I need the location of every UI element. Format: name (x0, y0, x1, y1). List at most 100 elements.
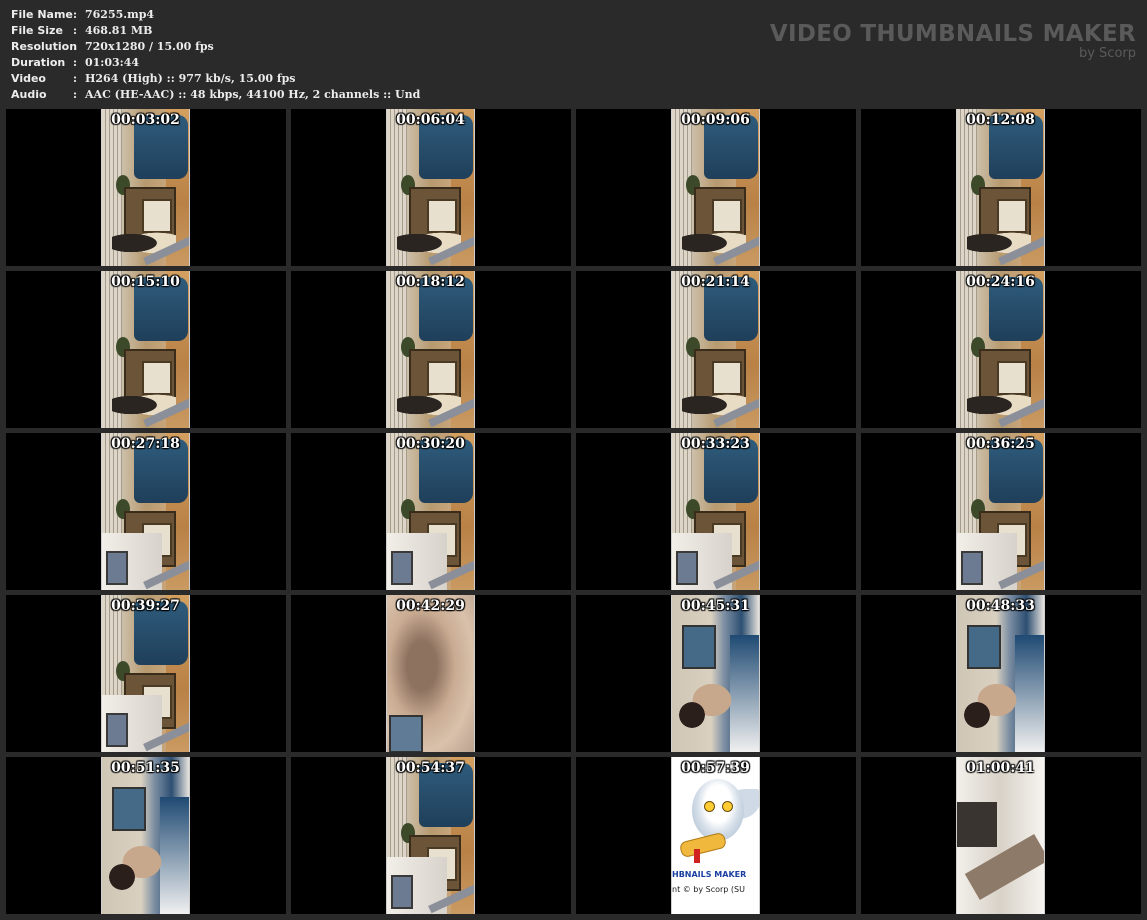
thumbnail-frame: 00:42:29 (386, 595, 475, 752)
thumbnail-cell: 00:39:27 (6, 595, 286, 752)
logo-text-line1: HBNAILS MAKER (672, 870, 747, 879)
thumbnail-frame: 00:27:18 (101, 433, 190, 590)
info-label: File Size (11, 24, 63, 37)
thumbnail-cell: 00:54:37 (291, 757, 571, 914)
thumbnail-frame: 01:00:41 (956, 757, 1045, 914)
file-info-panel: File Name:76255.mp4 File Size:468.81 MB Re… (11, 7, 420, 103)
thumbnail-frame: 00:15:10 (101, 271, 190, 428)
logo-text-line2: nt © by Scorp (SU (672, 885, 745, 894)
info-separator: : (73, 56, 78, 69)
info-separator: : (73, 88, 78, 101)
brand-watermark: VIDEO THUMBNAILS MAKER by Scorp (770, 21, 1136, 61)
hair-shape (957, 695, 997, 735)
info-label: Duration (11, 56, 66, 69)
brand-subtitle: by Scorp (1078, 46, 1136, 61)
thumbnail-frame: 00:39:27 (101, 595, 190, 752)
info-row: File Name:76255.mp4 (11, 7, 420, 23)
owl-eye-icon (704, 801, 715, 812)
scroll-icon (678, 831, 728, 859)
thumbnail-timestamp: 00:03:02 (111, 112, 180, 128)
hair-shape (672, 695, 712, 735)
thumbnail-cell: 00:21:14 (576, 271, 856, 428)
thumbnail-frame: 00:21:14 (671, 271, 760, 428)
picture-frame (106, 551, 128, 585)
thumbnail-timestamp: 00:54:37 (396, 760, 465, 776)
thumbnail-cell: 00:06:04 (291, 109, 571, 266)
info-row: Duration:01:03:44 (11, 55, 420, 71)
thumbnail-frame: 00:36:25 (956, 433, 1045, 590)
thumbnail-timestamp: 00:42:29 (396, 598, 465, 614)
info-row: Resolution:720x1280 / 15.00 fps (11, 39, 420, 55)
thumbnail-frame: 00:33:23 (671, 433, 760, 590)
thumbnail-cell: 00:45:31 (576, 595, 856, 752)
picture-frame (961, 551, 983, 585)
thumbnail-frame: 00:12:08 (956, 109, 1045, 266)
thumbnail-cell: 00:42:29 (291, 595, 571, 752)
thumbnail-timestamp: 00:57:39 (681, 760, 750, 776)
thumbnail-timestamp: 00:15:10 (111, 274, 180, 290)
thumbnail-cell: 01:00:41 (861, 757, 1141, 914)
info-value: 468.81 MB (85, 24, 153, 37)
thumbnail-timestamp: 00:30:20 (396, 436, 465, 452)
thumbnail-timestamp: 00:06:04 (396, 112, 465, 128)
thumbnail-timestamp: 00:39:27 (111, 598, 180, 614)
thumbnail-cell: 00:12:08 (861, 109, 1141, 266)
thumbnail-cell: 00:15:10 (6, 271, 286, 428)
thumbnail-timestamp: 01:00:41 (966, 760, 1035, 776)
hair-shape (102, 857, 142, 897)
thumbnail-timestamp: 00:24:16 (966, 274, 1035, 290)
thumbnail-timestamp: 00:45:31 (681, 598, 750, 614)
thumbnail-frame: 00:45:31 (671, 595, 760, 752)
picture-frame (391, 551, 413, 585)
thumbnail-cell: 00:30:20 (291, 433, 571, 590)
thumbnail-cell: 00:33:23 (576, 433, 856, 590)
info-value: H264 (High) :: 977 kb/s, 15.00 fps (85, 72, 296, 85)
thumbnail-cell: 00:36:25 (861, 433, 1141, 590)
info-separator: : (73, 24, 78, 37)
picture-frame (106, 713, 128, 747)
thumbnail-cell: 00:27:18 (6, 433, 286, 590)
info-value: 720x1280 / 15.00 fps (85, 40, 214, 53)
info-value: 01:03:44 (85, 56, 140, 69)
thumbnail-timestamp: 00:27:18 (111, 436, 180, 452)
thumbnail-frame: HBNAILS MAKER nt © by Scorp (SU 00:57:39 (671, 757, 760, 914)
thumbnail-timestamp: 00:18:12 (396, 274, 465, 290)
thumbnail-cell: 00:51:35 (6, 757, 286, 914)
thumbnail-frame: 00:51:35 (101, 757, 190, 914)
thumbnail-timestamp: 00:51:35 (111, 760, 180, 776)
thumbnail-grid: 00:03:02 00:06:04 00:09:06 00:12:08 00:15:10… (6, 109, 1141, 914)
owl-eye-icon (722, 801, 733, 812)
thumbnail-frame: 00:48:33 (956, 595, 1045, 752)
info-separator: : (73, 40, 78, 53)
info-separator: : (73, 8, 78, 21)
thumbnail-frame: 00:30:20 (386, 433, 475, 590)
dark-shape (957, 802, 997, 847)
thumbnail-frame: 00:03:02 (101, 109, 190, 266)
thumbnail-timestamp: 00:21:14 (681, 274, 750, 290)
info-value: 76255.mp4 (85, 8, 155, 21)
info-label: File Name (11, 8, 73, 21)
thumbnail-cell: 00:48:33 (861, 595, 1141, 752)
thumbnail-frame: 00:09:06 (671, 109, 760, 266)
thumbnail-cell: 00:09:06 (576, 109, 856, 266)
info-label: Video (11, 72, 46, 85)
thumbnail-cell: HBNAILS MAKER nt © by Scorp (SU 00:57:39 (576, 757, 856, 914)
wall-picture (112, 787, 146, 831)
picture-frame (676, 551, 698, 585)
thumbnail-timestamp: 00:12:08 (966, 112, 1035, 128)
info-value: AAC (HE-AAC) :: 48 kbps, 44100 Hz, 2 cha… (85, 88, 421, 101)
info-label: Audio (11, 88, 47, 101)
thumbnail-frame: 00:18:12 (386, 271, 475, 428)
thumbnail-cell: 00:03:02 (6, 109, 286, 266)
brand-title: VIDEO THUMBNAILS MAKER (769, 21, 1136, 47)
picture-frame (389, 715, 423, 752)
thumbnail-frame: 00:06:04 (386, 109, 475, 266)
info-row: Video: H264 (High) :: 977 kb/s, 15.00 fps (11, 71, 420, 87)
ribbon-icon (694, 849, 700, 863)
thumbnail-timestamp: 00:36:25 (966, 436, 1035, 452)
wall-picture (682, 625, 716, 669)
owl-logo-icon (692, 779, 744, 841)
thumbnail-timestamp: 00:48:33 (966, 598, 1035, 614)
thumbnail-frame: 00:24:16 (956, 271, 1045, 428)
wall-picture (967, 625, 1001, 669)
